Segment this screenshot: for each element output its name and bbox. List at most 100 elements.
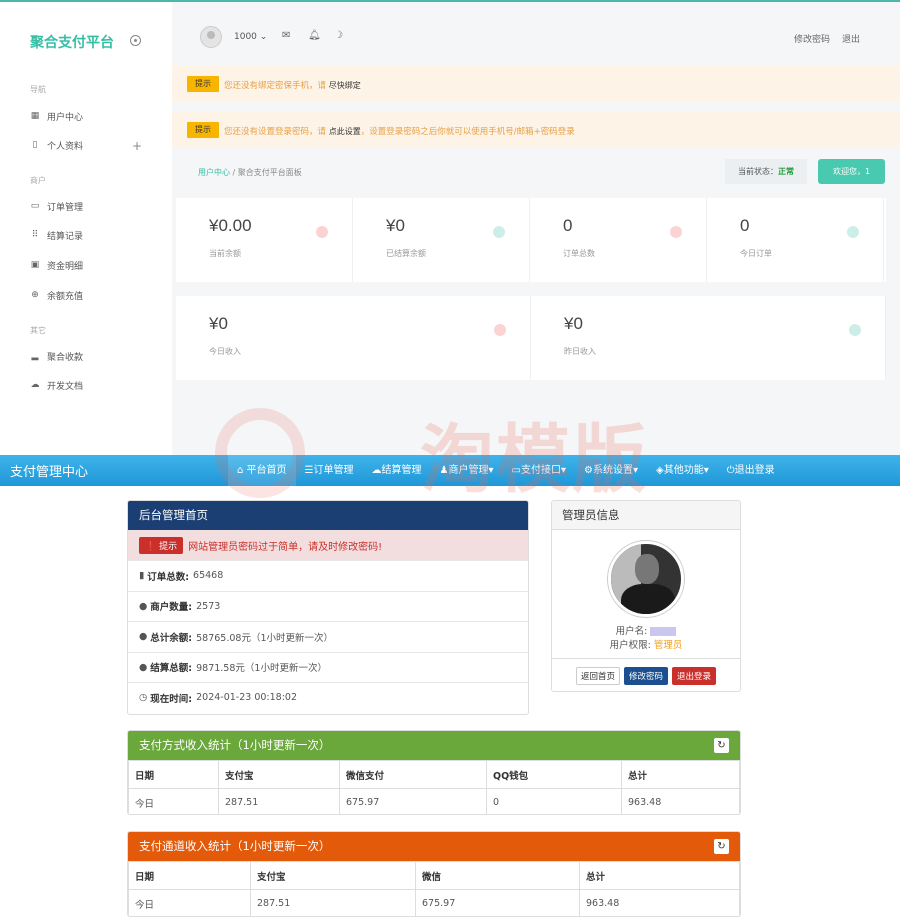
merchant-dashboard: 聚合支付平台 导航 ▦ 用户中心 ▯ 个人资料 + 商户 ▭ 订单管理 ⠿ 结算记录 ▣… — [0, 0, 900, 455]
pay-method-table: 日期 支付宝 微信支付 QQ钱包 总计 今日 287.51 675.97 0 9… — [128, 760, 740, 814]
breadcrumb-link[interactable]: 用户中心 — [198, 168, 230, 177]
moon-icon[interactable]: ☽ — [334, 30, 343, 41]
alert-action-link[interactable]: 尽快绑定 — [329, 81, 361, 90]
refresh-icon[interactable]: ↻ — [714, 839, 729, 854]
sidebar-item-orders[interactable]: ▭ 订单管理 — [30, 198, 83, 214]
alert-badge: 提示 — [187, 76, 219, 92]
nav-settings[interactable]: ⚙系统设置▾ — [575, 455, 647, 486]
alert-bind-phone: 提示 您还没有绑定密保手机，请 尽快绑定 — [172, 66, 900, 102]
stat-dot-icon — [847, 226, 859, 238]
alert-badge: 提示 — [187, 122, 219, 138]
breadcrumb-current: 聚合支付平台面板 — [237, 168, 302, 177]
list-icon: ☰ — [304, 465, 314, 476]
sidebar-item-collect[interactable]: ▂ 聚合收款 — [30, 348, 83, 364]
monitor-icon: ▭ — [30, 201, 40, 211]
pay-channel-panel: 支付通道收入统计（1小时更新一次） ↻ 日期 支付宝 微信 总计 今日 287.5… — [127, 831, 741, 917]
drop-icon: ● — [139, 631, 148, 643]
status-badge: 当前状态：正常 — [725, 159, 807, 184]
brand-title: 聚合支付平台 — [30, 35, 114, 51]
cloud-icon: ☁ — [371, 465, 382, 476]
gear-icon: ⚙ — [584, 465, 593, 476]
sidebar-item-settlements[interactable]: ⠿ 结算记录 — [30, 227, 83, 243]
cube-icon: ◈ — [656, 465, 664, 476]
admin-role: 用户权限: 管理员 — [609, 640, 683, 651]
breadcrumb: 用户中心 / 聚合支付平台面板 — [198, 168, 302, 177]
nav-logout[interactable]: ⏻退出登录 — [718, 455, 784, 486]
stat-card-orders: 0 订单总数 — [530, 198, 707, 282]
sidebar-toggle-icon[interactable] — [130, 35, 141, 46]
stat-dot-icon — [849, 324, 861, 336]
admin-title[interactable]: 支付管理中心 — [10, 461, 88, 480]
stat-dot-icon — [494, 324, 506, 336]
admin-avatar — [608, 541, 684, 617]
table-row: 今日 287.51 675.97 0 963.48 — [128, 788, 740, 814]
nav-orders[interactable]: ☰订单管理 — [296, 455, 363, 486]
drop-icon: ● — [139, 661, 148, 673]
panel-title: 后台管理首页 — [128, 501, 528, 530]
sidebar-item-user-center[interactable]: ▦ 用户中心 — [30, 108, 83, 124]
nav-other[interactable]: ◈其他功能▾ — [647, 455, 718, 486]
change-password-link[interactable]: 修改密码 — [794, 32, 830, 45]
alert-text: 您还没有设置登录密码，请 点此设置，设置登录密码之后你就可以使用手机号/邮箱+密… — [224, 127, 575, 137]
info-row-balance: ● 总计余额: 58765.08元（1小时更新一次） — [128, 621, 528, 652]
chevron-down-icon: ⌄ — [259, 32, 268, 42]
expand-plus-icon[interactable]: + — [132, 139, 142, 153]
nav-merchants[interactable]: ♟商户管理▾ — [431, 455, 503, 486]
user-dropdown[interactable]: 1000 ⌄ — [234, 32, 267, 42]
alert-action-link[interactable]: 点此设置 — [329, 127, 361, 136]
drop-icon: ● — [139, 600, 148, 612]
alert-text: 您还没有绑定密保手机，请 尽快绑定 — [224, 81, 361, 91]
alert-set-password: 提示 您还没有设置登录密码，请 点此设置，设置登录密码之后你就可以使用手机号/邮… — [172, 112, 900, 148]
stats-row: ¥0 今日收入 ¥0 昨日收入 — [176, 296, 886, 380]
table-row: 今日 287.51 675.97 963.48 — [128, 889, 740, 916]
admin-username: 用户名: — [552, 623, 740, 637]
bookmark-icon: ▯ — [32, 140, 38, 150]
change-password-button[interactable]: 修改密码 — [623, 667, 668, 685]
stat-dot-icon — [316, 226, 328, 238]
info-row-merchants: ● 商户数量: 2573 — [128, 590, 528, 622]
password-warning: ❗ 提示 网站管理员密码过于简单，请及时修改密码! — [128, 530, 528, 560]
logout-link[interactable]: 退出 — [842, 32, 860, 45]
calendar-icon: ▣ — [30, 260, 40, 270]
back-home-button[interactable]: 返回首页 — [575, 667, 620, 685]
admin-navbar: 支付管理中心 ⌂ 平台首页 ☰订单管理 ☁结算管理 ♟商户管理▾ ▭支付接口▾ … — [0, 455, 900, 486]
stat-card-today-orders: 0 今日订单 — [707, 198, 884, 282]
clock-icon: ◷ — [139, 692, 148, 704]
pay-channel-table: 日期 支付宝 微信 总计 今日 287.51 675.97 963.48 — [128, 861, 740, 916]
bell-icon[interactable]: 🔔︎ — [308, 30, 321, 41]
nav-section-title: 商户 — [30, 176, 46, 185]
panel-title: 管理员信息 — [552, 501, 740, 530]
nav-settlements[interactable]: ☁结算管理 — [363, 455, 431, 486]
warning-label: ❗ 提示 — [139, 536, 184, 554]
avatar[interactable] — [200, 26, 222, 48]
welcome-button[interactable]: 欢迎您，1 — [818, 159, 885, 184]
grid-icon: ▦ — [30, 111, 40, 121]
nav-section-title: 其它 — [30, 326, 46, 335]
panel-title: 支付通道收入统计（1小时更新一次） ↻ — [128, 832, 740, 861]
sidebar-item-recharge[interactable]: ⊕ 余额充值 — [30, 287, 83, 303]
nav-section-title: 导航 — [30, 85, 46, 94]
stat-card-balance: ¥0.00 当前余额 — [176, 198, 353, 282]
topbar: 1000 ⌄ ✉ 🔔︎ ☽ 修改密码 退出 — [172, 2, 900, 66]
nav-home[interactable]: ⌂ 平台首页 — [228, 455, 296, 486]
refresh-icon[interactable]: ↻ — [714, 738, 729, 753]
home-panel: 后台管理首页 ❗ 提示 网站管理员密码过于简单，请及时修改密码! ▮ 订单总数: 65… — [127, 500, 529, 715]
credit-card-icon: ▭ — [511, 465, 521, 476]
bar-chart-icon: ▂ — [31, 351, 39, 361]
stat-dot-icon — [493, 226, 505, 238]
sidebar-item-docs[interactable]: ☁ 开发文档 — [30, 377, 84, 393]
logout-button[interactable]: 退出登录 — [672, 667, 717, 685]
sidebar-item-funds[interactable]: ▣ 资金明细 — [30, 257, 83, 273]
admin-info-panel: 管理员信息 用户名: 用户权限: 管理员 返回首页 修改密码 退出登录 — [551, 500, 741, 692]
info-row-settled: ● 结算总额: 9871.58元（1小时更新一次） — [128, 651, 528, 683]
stat-card-settled: ¥0 已结算余额 — [353, 198, 530, 282]
sidebar-item-profile[interactable]: ▯ 个人资料 — [30, 137, 84, 153]
stats-row: ¥0.00 当前余额 ¥0 已结算余额 0 订单总数 0 今日订单 — [176, 198, 886, 282]
info-row-orders: ▮ 订单总数: 65468 — [128, 560, 528, 591]
bar-chart-icon: ▮ — [139, 570, 145, 582]
home-icon: ⌂ — [237, 465, 244, 476]
mail-icon[interactable]: ✉ — [282, 30, 290, 41]
nav-pay-interface[interactable]: ▭支付接口▾ — [503, 455, 575, 486]
panel-title: 支付方式收入统计（1小时更新一次） ↻ — [128, 731, 740, 760]
stat-dot-icon — [670, 226, 682, 238]
